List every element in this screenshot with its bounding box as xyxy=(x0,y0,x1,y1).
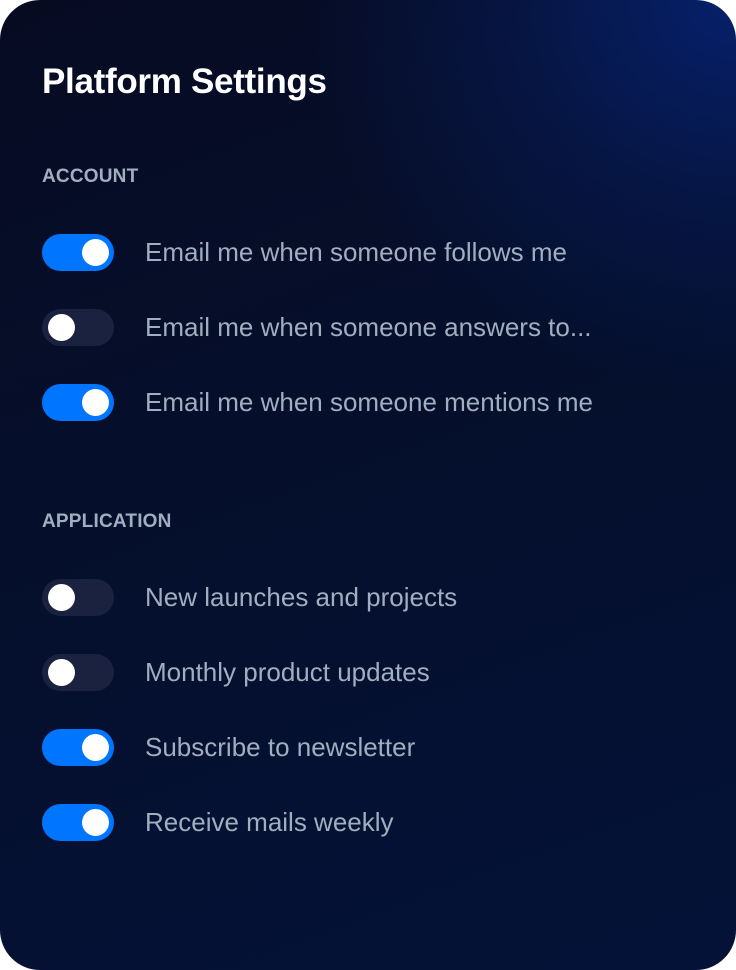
setting-label-product-updates: Monthly product updates xyxy=(145,657,430,687)
toggle-knob xyxy=(82,388,109,416)
card-title: Platform Settings xyxy=(42,62,327,101)
toggle-mentions[interactable] xyxy=(42,383,114,421)
setting-label-follows: Email me when someone follows me xyxy=(145,237,567,267)
toggle-knob xyxy=(82,808,109,836)
toggle-weekly-mails[interactable] xyxy=(42,803,114,841)
setting-label-newsletter: Subscribe to newsletter xyxy=(145,732,416,762)
section-heading-account: ACCOUNT xyxy=(42,166,139,187)
setting-row-launches: New launches and projects xyxy=(42,577,457,617)
setting-row-newsletter: Subscribe to newsletter xyxy=(42,727,415,767)
setting-row-product-updates: Monthly product updates xyxy=(42,652,430,692)
toggle-follows[interactable] xyxy=(42,233,114,271)
setting-label-weekly-mails: Receive mails weekly xyxy=(145,807,394,837)
toggle-knob xyxy=(48,658,75,686)
setting-row-mentions: Email me when someone mentions me xyxy=(42,382,593,422)
setting-label-mentions: Email me when someone mentions me xyxy=(145,387,593,417)
setting-label-answers: Email me when someone answers to... xyxy=(145,312,592,342)
toggle-knob xyxy=(82,238,109,266)
toggle-knob xyxy=(48,583,75,611)
toggle-product-updates[interactable] xyxy=(42,653,114,691)
toggle-knob xyxy=(82,733,109,761)
toggle-answers[interactable] xyxy=(42,308,114,346)
setting-label-launches: New launches and projects xyxy=(145,582,458,612)
toggle-knob xyxy=(48,313,75,341)
setting-row-weekly-mails: Receive mails weekly xyxy=(42,802,394,842)
toggle-launches[interactable] xyxy=(42,578,114,616)
toggle-newsletter[interactable] xyxy=(42,728,114,766)
setting-row-answers: Email me when someone answers to... xyxy=(42,307,592,347)
platform-settings-card: Platform Settings ACCOUNT Email me when … xyxy=(0,0,736,970)
section-heading-application: APPLICATION xyxy=(42,511,172,532)
setting-row-follows: Email me when someone follows me xyxy=(42,232,567,272)
